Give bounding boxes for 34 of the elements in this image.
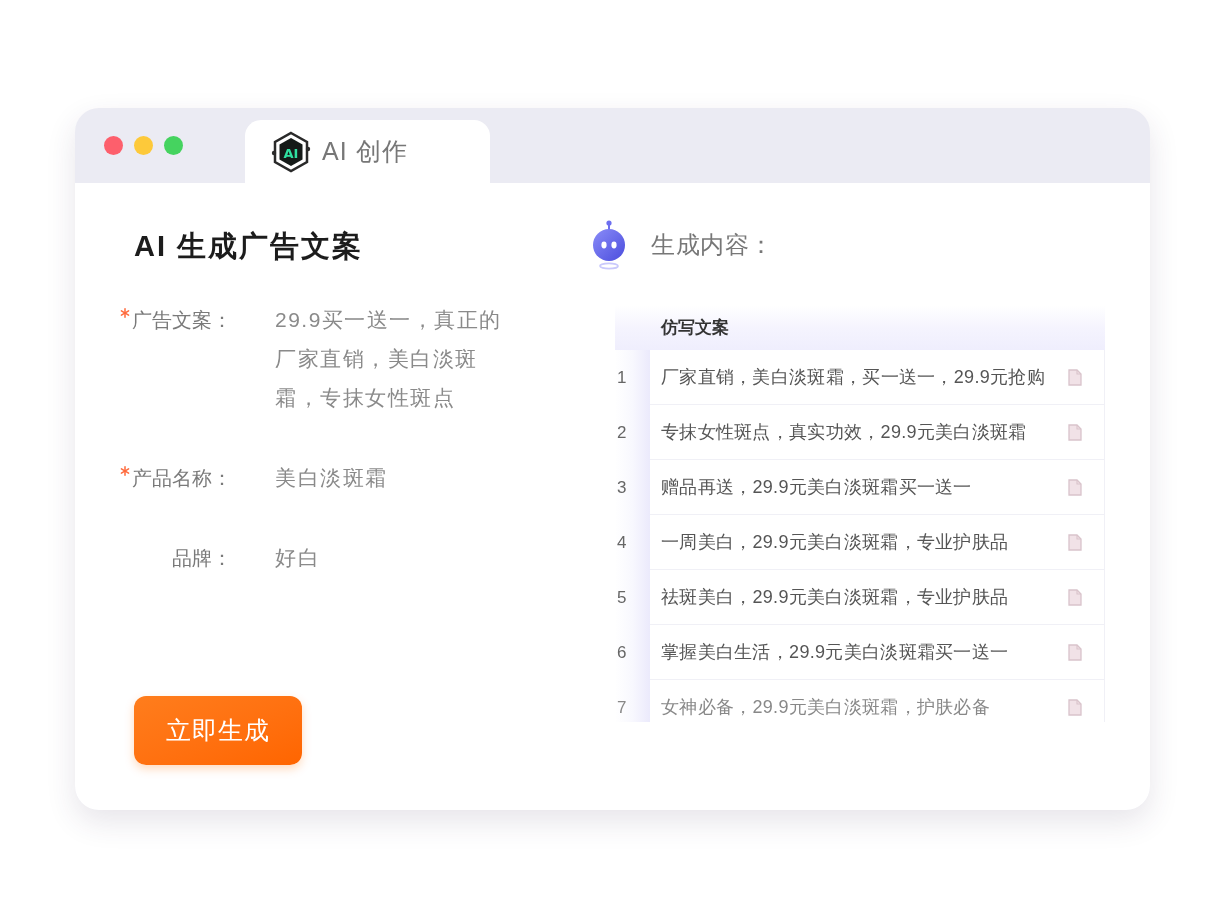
column-header: 仿写文案 [661, 316, 729, 339]
table-cell-text: 专抹女性斑点，真实功效，29.9元美白淡斑霜 [661, 420, 1027, 444]
field-value: 29.9买一送一，真正的厂家直销，美白淡斑霜，专抹女性斑点 [275, 307, 503, 411]
row-number: 6 [617, 641, 627, 664]
section-title: 生成内容： [651, 230, 774, 260]
row-number: 2 [617, 421, 627, 444]
document-icon[interactable] [1068, 423, 1082, 441]
field-label: 广告文案： [132, 308, 232, 333]
table-cell-text: 赠品再送，29.9元美白淡斑霜买一送一 [661, 475, 972, 499]
document-icon[interactable] [1068, 643, 1082, 661]
tab[interactable]: AI AI 创作 [245, 120, 490, 183]
hexagon-logo: AI [271, 130, 311, 173]
table-cell-text: 掌握美白生活，29.9元美白淡斑霜买一送一 [661, 640, 1009, 664]
table-cell-text: 一周美白，29.9元美白淡斑霜，专业护肤品 [661, 530, 1009, 554]
document-icon[interactable] [1068, 698, 1082, 716]
row-number: 4 [617, 531, 627, 554]
document-icon[interactable] [1068, 533, 1082, 551]
field-label: 品牌： [172, 546, 232, 571]
field-value: 好白 [275, 545, 321, 571]
row-number: 3 [617, 476, 627, 499]
table-cell-text: 祛斑美白，29.9元美白淡斑霜，专业护肤品 [661, 585, 1009, 609]
document-icon[interactable] [1068, 588, 1082, 606]
document-icon[interactable] [1068, 478, 1082, 496]
row-number: 7 [617, 696, 627, 719]
row-number: 5 [617, 586, 627, 609]
field-value: 美白淡斑霜 [275, 465, 389, 491]
tab-label: AI 创作 [322, 135, 408, 167]
robot-icon [590, 220, 628, 270]
field-label: 产品名称： [132, 466, 232, 491]
document-icon[interactable] [1068, 368, 1082, 386]
form-title: AI 生成广告文案 [134, 229, 365, 264]
table-cell-text: 厂家直销，美白淡斑霜，买一送一，29.9元抢购 [661, 365, 1045, 389]
row-number: 1 [617, 366, 627, 389]
table-cell-text: 女神必备，29.9元美白淡斑霜，护肤必备 [661, 695, 991, 719]
